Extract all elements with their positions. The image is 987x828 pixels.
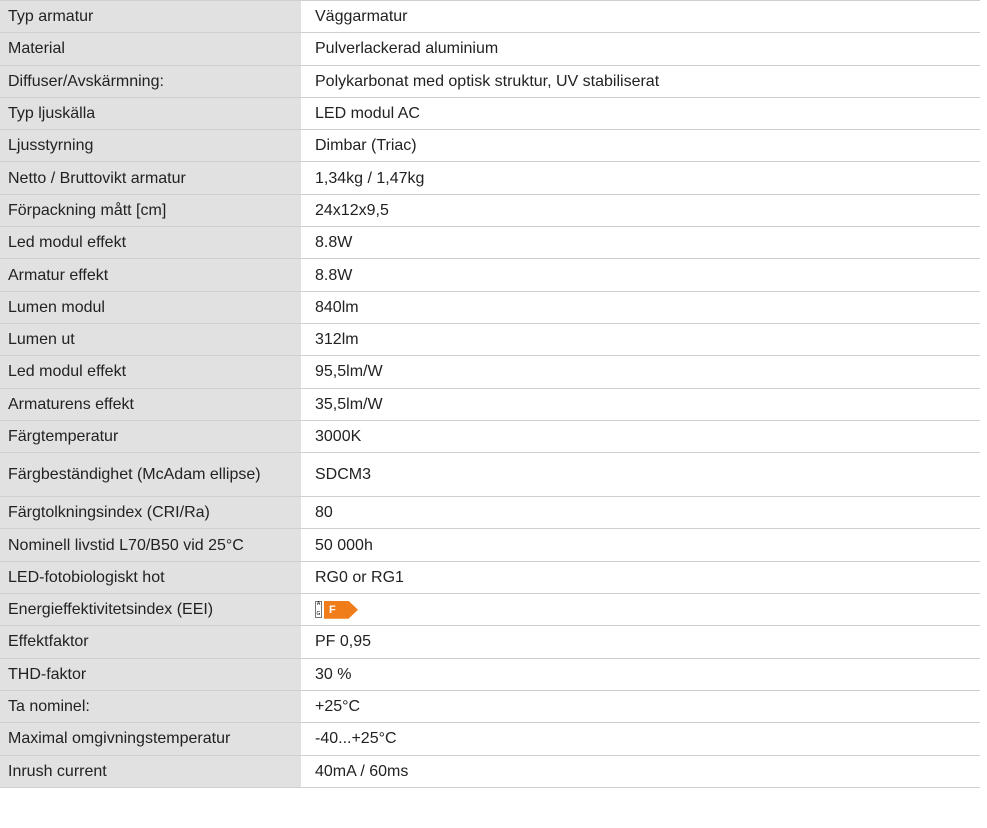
table-row: Ta nominel: +25°C: [0, 690, 980, 723]
spec-label: Inrush current: [0, 755, 301, 788]
spec-label: Förpackning mått [cm]: [0, 194, 301, 227]
spec-label: THD-faktor: [0, 658, 301, 691]
spec-label: Led modul effekt: [0, 355, 301, 389]
spec-value: RG0 or RG1: [301, 561, 980, 594]
spec-label: Led modul effekt: [0, 226, 301, 259]
table-row: Förpackning mått [cm] 24x12x9,5: [0, 194, 980, 227]
spec-value: 840lm: [301, 291, 980, 324]
table-row: Effektfaktor PF 0,95: [0, 625, 980, 659]
spec-value: LED modul AC: [301, 97, 980, 130]
table-row: Diffuser/Avskärmning: Polykarbonat med o…: [0, 65, 980, 98]
spec-value: 8.8W: [301, 226, 980, 259]
spec-value: Pulverlackerad aluminium: [301, 32, 980, 66]
spec-label: LED-fotobiologiskt hot: [0, 561, 301, 594]
spec-value: 312lm: [301, 323, 980, 356]
spec-table: Typ armatur Väggarmatur Material Pulverl…: [0, 0, 980, 788]
spec-value: SDCM3: [301, 452, 980, 497]
spec-label: Netto / Bruttovikt armatur: [0, 161, 301, 195]
spec-value: 50 000h: [301, 528, 980, 562]
spec-value: Väggarmatur: [301, 0, 980, 33]
spec-label: Energieffektivitetsindex (EEI): [0, 593, 301, 626]
table-row: Maximal omgivningstemperatur -40...+25°C: [0, 722, 980, 756]
spec-value: Polykarbonat med optisk struktur, UV sta…: [301, 65, 980, 98]
spec-label: Ta nominel:: [0, 690, 301, 723]
table-row: Typ ljuskälla LED modul AC: [0, 97, 980, 130]
table-row: Färgbeständighet (McAdam ellipse) SDCM3: [0, 452, 980, 497]
spec-value: A G F: [301, 593, 980, 626]
table-row: Energieffektivitetsindex (EEI) A G F: [0, 593, 980, 626]
spec-label: Armatur effekt: [0, 258, 301, 292]
table-row: Netto / Bruttovikt armatur 1,34kg / 1,47…: [0, 161, 980, 195]
spec-value: Dimbar (Triac): [301, 129, 980, 162]
spec-label: Typ armatur: [0, 0, 301, 33]
table-row: Färgtemperatur 3000K: [0, 420, 980, 453]
table-row: Nominell livstid L70/B50 vid 25°C 50 000…: [0, 528, 980, 562]
spec-value: +25°C: [301, 690, 980, 723]
table-row: THD-faktor 30 %: [0, 658, 980, 691]
energy-scale-icon: A G: [315, 601, 322, 619]
spec-value: 24x12x9,5: [301, 194, 980, 227]
table-row: Led modul effekt 95,5lm/W: [0, 355, 980, 389]
table-row: Material Pulverlackerad aluminium: [0, 32, 980, 66]
table-row: Färgtolkningsindex (CRI/Ra) 80: [0, 496, 980, 529]
spec-value: 80: [301, 496, 980, 529]
spec-label: Färgtemperatur: [0, 420, 301, 453]
table-row: Armatur effekt 8.8W: [0, 258, 980, 292]
spec-value: 95,5lm/W: [301, 355, 980, 389]
spec-value: 40mA / 60ms: [301, 755, 980, 788]
energy-scale-top: A: [316, 601, 321, 608]
spec-label: Färgbeständighet (McAdam ellipse): [0, 452, 301, 497]
table-row: Inrush current 40mA / 60ms: [0, 755, 980, 788]
table-row: Lumen ut 312lm: [0, 323, 980, 356]
table-row: Typ armatur Väggarmatur: [0, 0, 980, 33]
spec-label: Ljusstyrning: [0, 129, 301, 162]
table-row: Ljusstyrning Dimbar (Triac): [0, 129, 980, 162]
spec-label: Armaturens effekt: [0, 388, 301, 421]
spec-label: Lumen ut: [0, 323, 301, 356]
spec-label: Material: [0, 32, 301, 66]
energy-class-label: A G F: [315, 600, 358, 619]
spec-value: -40...+25°C: [301, 722, 980, 756]
spec-label: Färgtolkningsindex (CRI/Ra): [0, 496, 301, 529]
spec-label: Lumen modul: [0, 291, 301, 324]
table-row: LED-fotobiologiskt hot RG0 or RG1: [0, 561, 980, 594]
spec-value: PF 0,95: [301, 625, 980, 659]
energy-scale-bottom: G: [316, 611, 321, 618]
energy-class-arrow-icon: F: [324, 600, 358, 619]
spec-label: Effektfaktor: [0, 625, 301, 659]
table-row: Armaturens effekt 35,5lm/W: [0, 388, 980, 421]
spec-value: 35,5lm/W: [301, 388, 980, 421]
table-row: Lumen modul 840lm: [0, 291, 980, 324]
spec-value: 3000K: [301, 420, 980, 453]
spec-label: Maximal omgivningstemperatur: [0, 722, 301, 756]
spec-label: Typ ljuskälla: [0, 97, 301, 130]
spec-value: 1,34kg / 1,47kg: [301, 161, 980, 195]
spec-value: 8.8W: [301, 258, 980, 292]
spec-label: Diffuser/Avskärmning:: [0, 65, 301, 98]
spec-value: 30 %: [301, 658, 980, 691]
table-row: Led modul effekt 8.8W: [0, 226, 980, 259]
spec-label: Nominell livstid L70/B50 vid 25°C: [0, 528, 301, 562]
